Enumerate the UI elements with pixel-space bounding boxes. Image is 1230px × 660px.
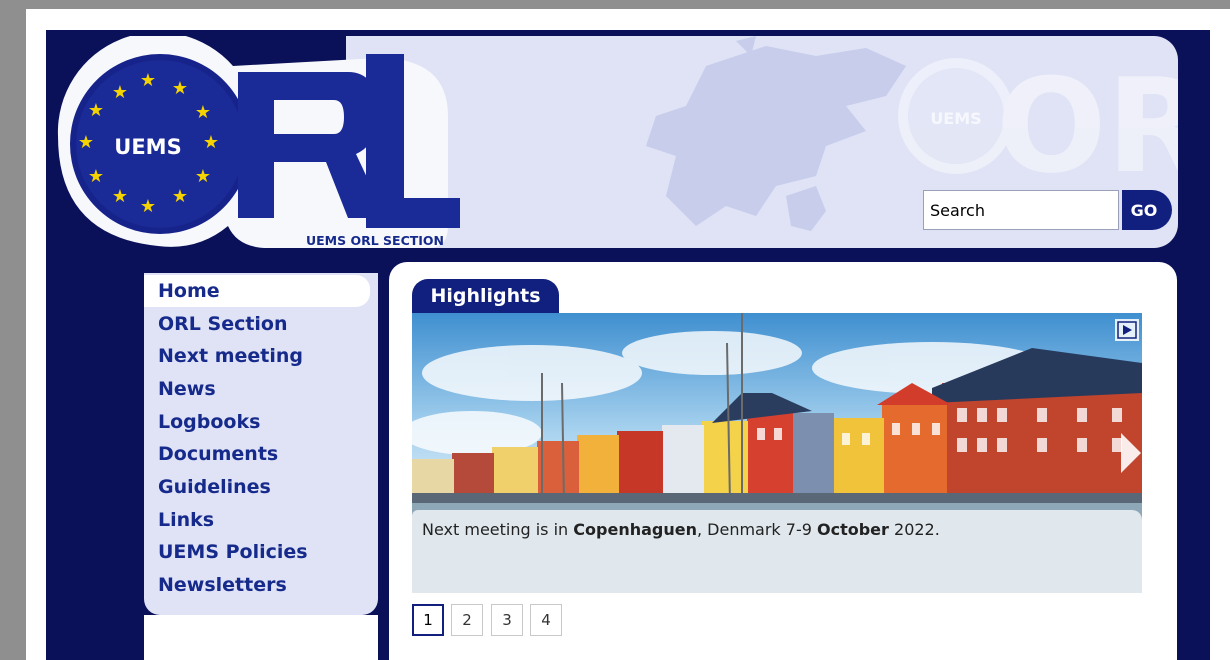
sidebar-item-links[interactable]: Links [144,504,370,536]
svg-text:★: ★ [112,82,128,103]
highlights-tab: Highlights [412,279,559,313]
sidebar-item-newsletters[interactable]: Newsletters [144,569,370,601]
caption-city: Copenhaguen [573,520,697,539]
svg-text:★: ★ [172,78,188,99]
svg-text:★: ★ [172,186,188,207]
sidebar-item-uems-policies[interactable]: UEMS Policies [144,536,370,568]
sidebar-item-guidelines[interactable]: Guidelines [144,471,370,503]
caption-month: October [817,520,889,539]
sidebar-item-news[interactable]: News [144,373,370,405]
svg-text:★: ★ [195,102,211,123]
logo-subtitle: UEMS ORL SECTION [306,233,444,248]
svg-text:★: ★ [88,166,104,187]
svg-text:★: ★ [78,132,94,153]
logo-badge-text: UEMS [114,135,181,159]
pager-page-1[interactable]: 1 [412,604,444,636]
play-icon[interactable] [1115,319,1139,341]
sidebar-footer [144,615,378,660]
slide-caption: Next meeting is in Copenhaguen, Denmark … [412,510,1142,593]
svg-text:★: ★ [88,100,104,121]
highlight-slide[interactable]: Next meeting is in Copenhaguen, Denmark … [412,313,1142,593]
page-frame: UEMS ORL ★★★ ★★ ★★ ★★ ★★★ UE [26,9,1230,660]
watermark-badge: UEMS [930,109,981,128]
sidebar-item-documents[interactable]: Documents [144,438,370,470]
pager-page-4[interactable]: 4 [530,604,562,636]
site-container: UEMS ORL ★★★ ★★ ★★ ★★ ★★★ UE [46,30,1210,660]
sidebar-nav: Home ORL Section Next meeting News Logbo… [144,273,378,615]
svg-text:★: ★ [203,132,219,153]
sidebar-item-orl-section[interactable]: ORL Section [144,308,370,340]
svg-text:★: ★ [195,166,211,187]
main-panel: Highlights Next meeting is in Copenhague… [389,262,1177,660]
go-button[interactable]: GO [1122,190,1172,230]
watermark-wordmark: ORL [996,50,1178,202]
svg-text:★: ★ [112,186,128,207]
sidebar-item-home[interactable]: Home [144,275,370,307]
pager-page-3[interactable]: 3 [491,604,523,636]
search-input[interactable] [923,190,1119,230]
uems-orl-logo[interactable]: ★ ★ ★ ★ ★ ★ ★ ★ ★ ★ ★ ★ UEMS UEMS ORL SECTION [48,36,468,256]
pager-page-2[interactable]: 2 [451,604,483,636]
svg-text:★: ★ [140,196,156,217]
sidebar-item-next-meeting[interactable]: Next meeting [144,340,370,372]
sidebar-item-logbooks[interactable]: Logbooks [144,406,370,438]
svg-text:★: ★ [140,70,156,91]
caption-text: Next meeting is in Copenhaguen, Denmark … [422,520,940,539]
